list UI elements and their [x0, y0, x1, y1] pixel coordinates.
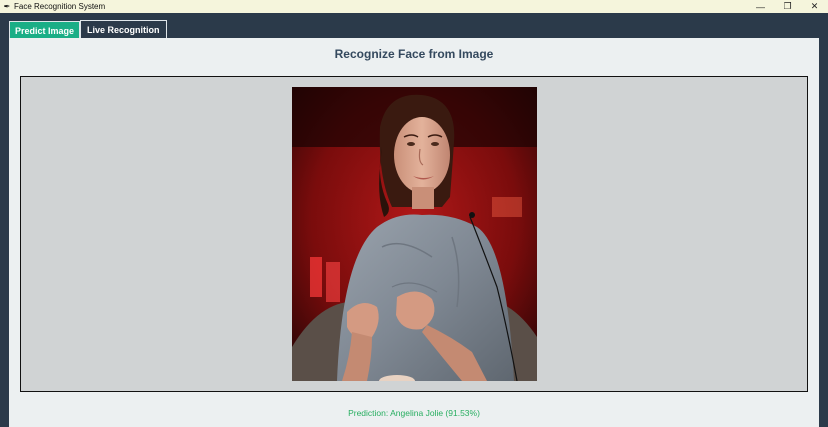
window-controls: — ❐ ✕	[747, 0, 828, 13]
prediction-result: Prediction: Angelina Jolie (91.53%)	[348, 408, 480, 418]
tab-live-recognition[interactable]: Live Recognition	[80, 20, 167, 39]
page-title: Recognize Face from Image	[334, 47, 494, 61]
image-display-area	[20, 76, 808, 392]
predict-image-panel: Recognize Face from Image Prediction: An…	[9, 38, 819, 427]
portrait-image	[292, 87, 537, 381]
feather-icon: ✒	[3, 2, 11, 11]
title-bar: ✒ Face Recognition System — ❐ ✕	[0, 0, 828, 13]
restore-button[interactable]: ❐	[774, 0, 801, 13]
uploaded-photo	[292, 87, 537, 381]
tab-predict-image[interactable]: Predict Image	[9, 21, 81, 39]
close-button[interactable]: ✕	[801, 0, 828, 13]
window-title: Face Recognition System	[14, 2, 106, 11]
minimize-button[interactable]: —	[747, 0, 774, 13]
tab-bar: Predict Image Live Recognition	[9, 20, 167, 39]
